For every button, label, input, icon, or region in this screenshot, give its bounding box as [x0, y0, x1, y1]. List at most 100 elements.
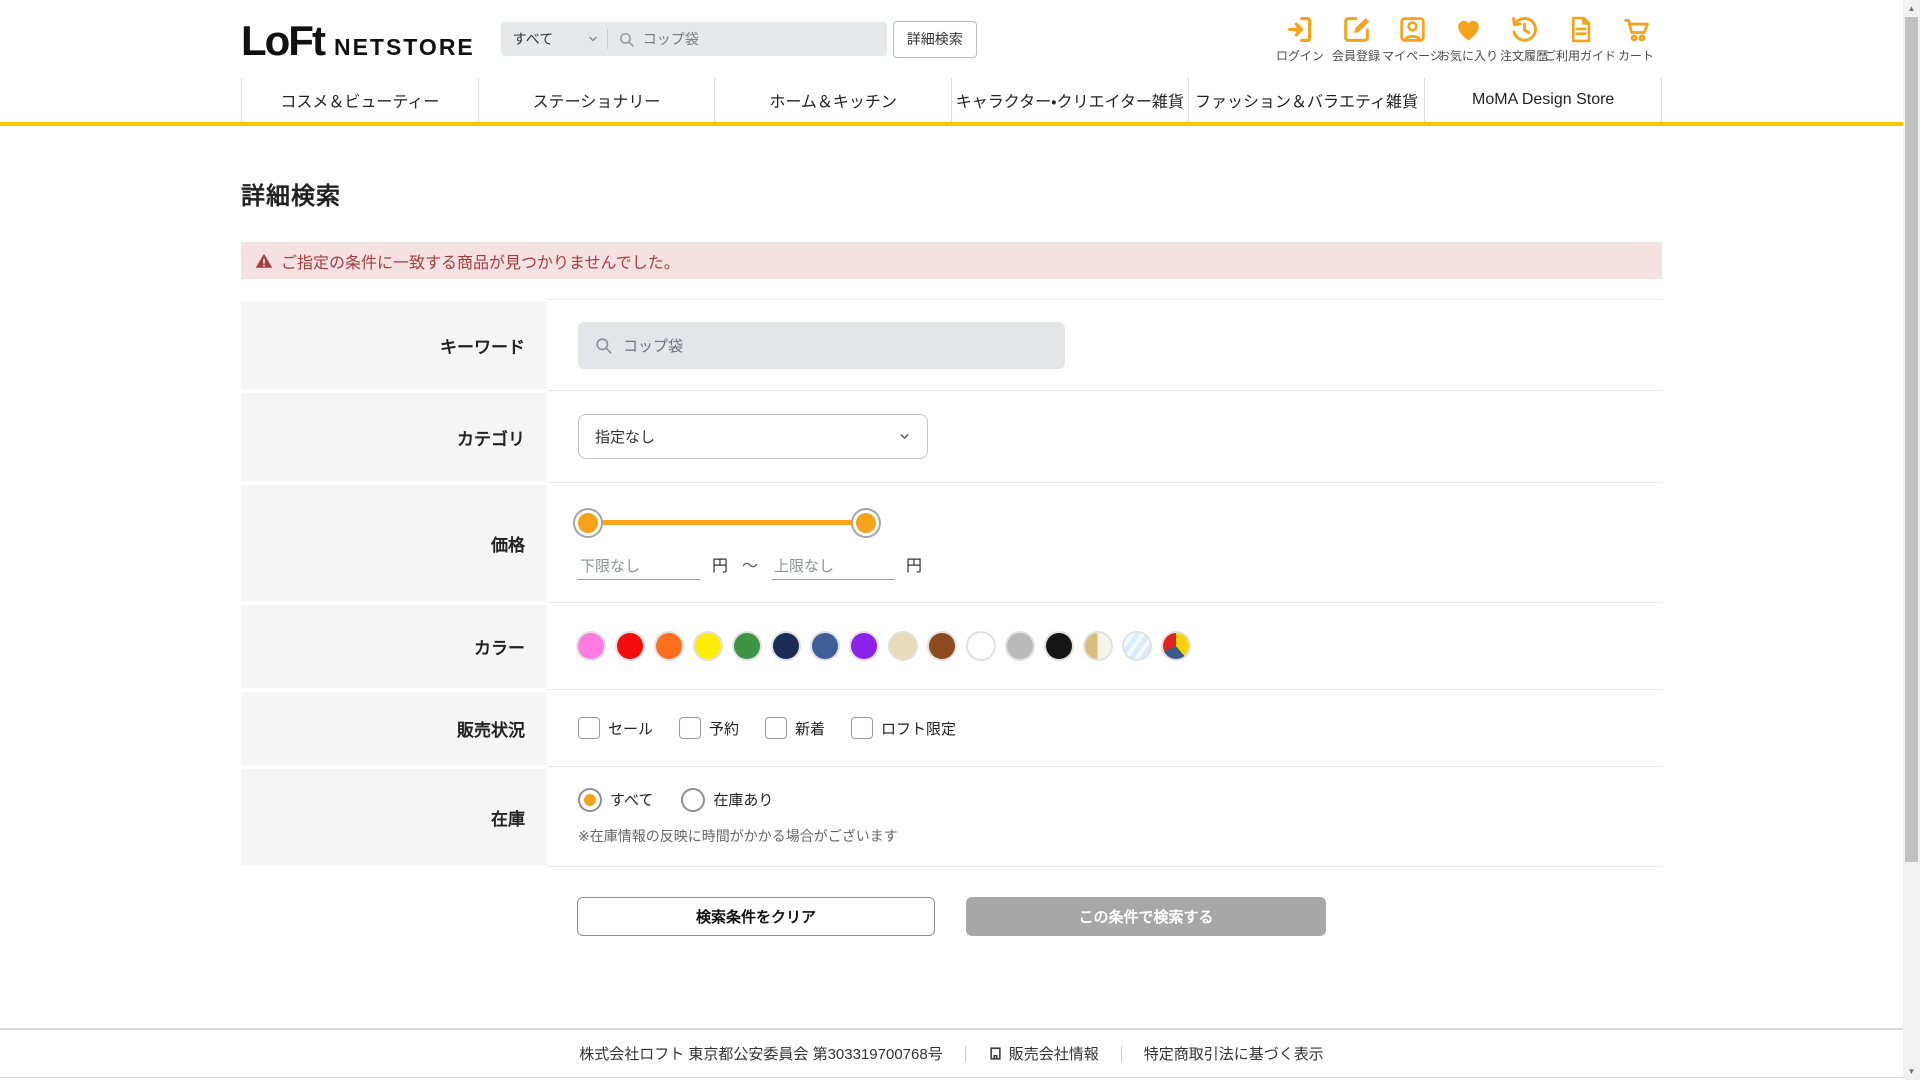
chevron-down-icon: [589, 36, 597, 42]
keyword-input[interactable]: コップ袋: [578, 321, 1065, 369]
favorites-icon: [1457, 20, 1479, 40]
nav-item-fashion[interactable]: ファッション＆バラエティ雑貨: [1187, 78, 1425, 122]
checkbox-box[interactable]: [765, 717, 788, 739]
login-button[interactable]: ログイン: [1274, 15, 1326, 64]
mypage-icon: [1399, 16, 1425, 42]
category-label: カテゴリ: [241, 391, 547, 483]
price-unit-min: 円: [712, 557, 729, 575]
footer-link-legal[interactable]: 特定商取引法に基づく表示: [1144, 1043, 1324, 1064]
cart-icon: [1623, 18, 1649, 41]
color-swatch-brown[interactable]: [929, 633, 955, 659]
register-label: 会員登録: [1331, 48, 1380, 63]
slider-handle-max[interactable]: [853, 509, 879, 536]
favorites-label: お気に入り: [1438, 48, 1499, 63]
cart-button[interactable]: カート: [1610, 15, 1662, 64]
header-search-input[interactable]: コップ袋: [608, 29, 887, 49]
color-swatch-yellow[interactable]: [695, 633, 721, 659]
color-swatch-red[interactable]: [617, 633, 643, 659]
color-swatch-multicolor[interactable]: [1163, 633, 1189, 659]
scrollbar-up-arrow[interactable]: ▲: [1903, 0, 1920, 17]
form-row-category: カテゴリ 指定なし: [241, 391, 1662, 483]
checkbox-sale[interactable]: セール: [578, 717, 653, 739]
keyword-label: キーワード: [241, 299, 547, 391]
footer-divider: [964, 1045, 966, 1062]
footer-link-label: 特定商取引法に基づく表示: [1143, 1046, 1324, 1063]
color-swatch-gray[interactable]: [1007, 633, 1033, 659]
color-swatch-beige[interactable]: [890, 633, 916, 659]
price-separator: ～: [742, 557, 759, 575]
checkbox-label: ロフト限定: [881, 720, 957, 738]
favorites-button[interactable]: お気に入り: [1438, 15, 1498, 64]
checkbox-new[interactable]: 新着: [765, 717, 825, 739]
loft-logo[interactable]: LoFt NETSTORE: [241, 17, 475, 65]
price-unit-max: 円: [906, 557, 923, 575]
slider-handle-min[interactable]: [575, 509, 601, 536]
price-min-input[interactable]: [578, 553, 700, 580]
category-select[interactable]: 指定なし: [578, 414, 928, 459]
color-swatch-blue[interactable]: [812, 633, 838, 659]
mypage-button[interactable]: マイページ: [1382, 15, 1442, 64]
footer-link-company[interactable]: 販売会社情報: [988, 1043, 1099, 1064]
detail-search-button[interactable]: 詳細検索: [892, 20, 977, 58]
price-max-input[interactable]: [772, 553, 895, 580]
radio-all[interactable]: すべて: [578, 787, 654, 812]
nav-item-stationery[interactable]: ステーショナリー: [477, 78, 715, 122]
color-label: カラー: [241, 603, 547, 690]
clear-conditions-button[interactable]: 検索条件をクリア: [577, 897, 935, 936]
radio-circle[interactable]: [681, 787, 706, 812]
color-swatch-gold[interactable]: [1085, 633, 1111, 659]
category-nav: コスメ＆ビューティー ステーショナリー ホーム＆キッチン キャラクター・クリエイ…: [241, 78, 1663, 122]
footer-divider: [1120, 1045, 1122, 1062]
form-row-stock: 在庫 すべて 在庫あり ※在庫情報の反映に時間がかかる場合がございます: [241, 767, 1662, 867]
checkbox-box[interactable]: [851, 717, 874, 739]
header: LoFt NETSTORE すべて コップ袋 詳細検索 ログイン 会員登録 マイ…: [0, 0, 1903, 126]
register-icon: [1343, 16, 1369, 42]
stock-note: ※在庫情報の反映に時間がかかる場合がございます: [578, 827, 898, 844]
scrollbar-thumb[interactable]: [1905, 17, 1918, 862]
page: LoFt NETSTORE すべて コップ袋 詳細検索 ログイン 会員登録 マイ…: [0, 0, 1920, 1080]
color-swatch-black[interactable]: [1046, 633, 1072, 659]
color-swatch-white[interactable]: [968, 633, 994, 659]
search-category-select[interactable]: すべて: [501, 29, 607, 49]
color-swatch-green[interactable]: [734, 633, 760, 659]
guide-button[interactable]: ご利用ガイド: [1544, 15, 1616, 64]
nav-item-character[interactable]: キャラクター・クリエイター雑貨: [951, 78, 1188, 122]
warning-icon: [255, 253, 273, 268]
footer-link-label: 販売会社情報: [1008, 1046, 1099, 1063]
radio-in-stock[interactable]: 在庫あり: [681, 787, 774, 812]
search-category-value: すべて: [512, 31, 554, 47]
checkbox-label: セール: [608, 720, 654, 738]
radio-label: 在庫あり: [713, 792, 774, 809]
color-swatch-orange[interactable]: [656, 633, 682, 659]
color-swatch-pink[interactable]: [578, 633, 604, 659]
radio-circle[interactable]: [578, 787, 602, 812]
checkbox-loft-exclusive[interactable]: ロフト限定: [851, 717, 956, 739]
keyword-value: コップ袋: [623, 337, 684, 355]
color-swatch-navy[interactable]: [773, 633, 799, 659]
stock-label: 在庫: [241, 767, 547, 867]
login-label: ログイン: [1275, 48, 1324, 63]
header-accent-line: [0, 122, 1903, 126]
search-form: キーワード コップ袋 カテゴリ 指定なし 価格 下限なし 円 ～ 上限なし 円 …: [241, 299, 1662, 867]
order-history-icon: [1511, 16, 1537, 42]
order-history-label: 注文履歴: [1499, 48, 1548, 63]
nav-item-cosme[interactable]: コスメ＆ビューティー: [241, 78, 478, 122]
checkbox-box[interactable]: [578, 717, 600, 739]
scrollbar-down-arrow[interactable]: ▼: [1903, 1063, 1920, 1080]
register-button[interactable]: 会員登録: [1330, 15, 1382, 64]
slider-track[interactable]: [588, 520, 866, 525]
checkbox-box[interactable]: [679, 717, 702, 739]
vertical-scrollbar[interactable]: ▲ ▼: [1903, 0, 1920, 1080]
price-inputs: 円 ～ 円: [578, 552, 1662, 580]
color-swatch-purple[interactable]: [851, 633, 877, 659]
search-query-value: コップ袋: [642, 31, 699, 47]
radio-label: すべて: [610, 792, 654, 809]
color-swatch-clear[interactable]: [1124, 633, 1150, 659]
form-row-price: 価格 円 ～ 円: [241, 483, 1662, 603]
nav-item-moma[interactable]: MoMA Design Store: [1424, 78, 1663, 122]
nav-item-home-kitchen[interactable]: ホーム＆キッチン: [714, 78, 951, 122]
checkbox-reservation[interactable]: 予約: [679, 717, 739, 739]
order-history-button[interactable]: 注文履歴: [1498, 15, 1550, 64]
status-label: 販売状況: [241, 690, 547, 767]
search-with-conditions-button[interactable]: この条件で検索する: [966, 897, 1326, 936]
